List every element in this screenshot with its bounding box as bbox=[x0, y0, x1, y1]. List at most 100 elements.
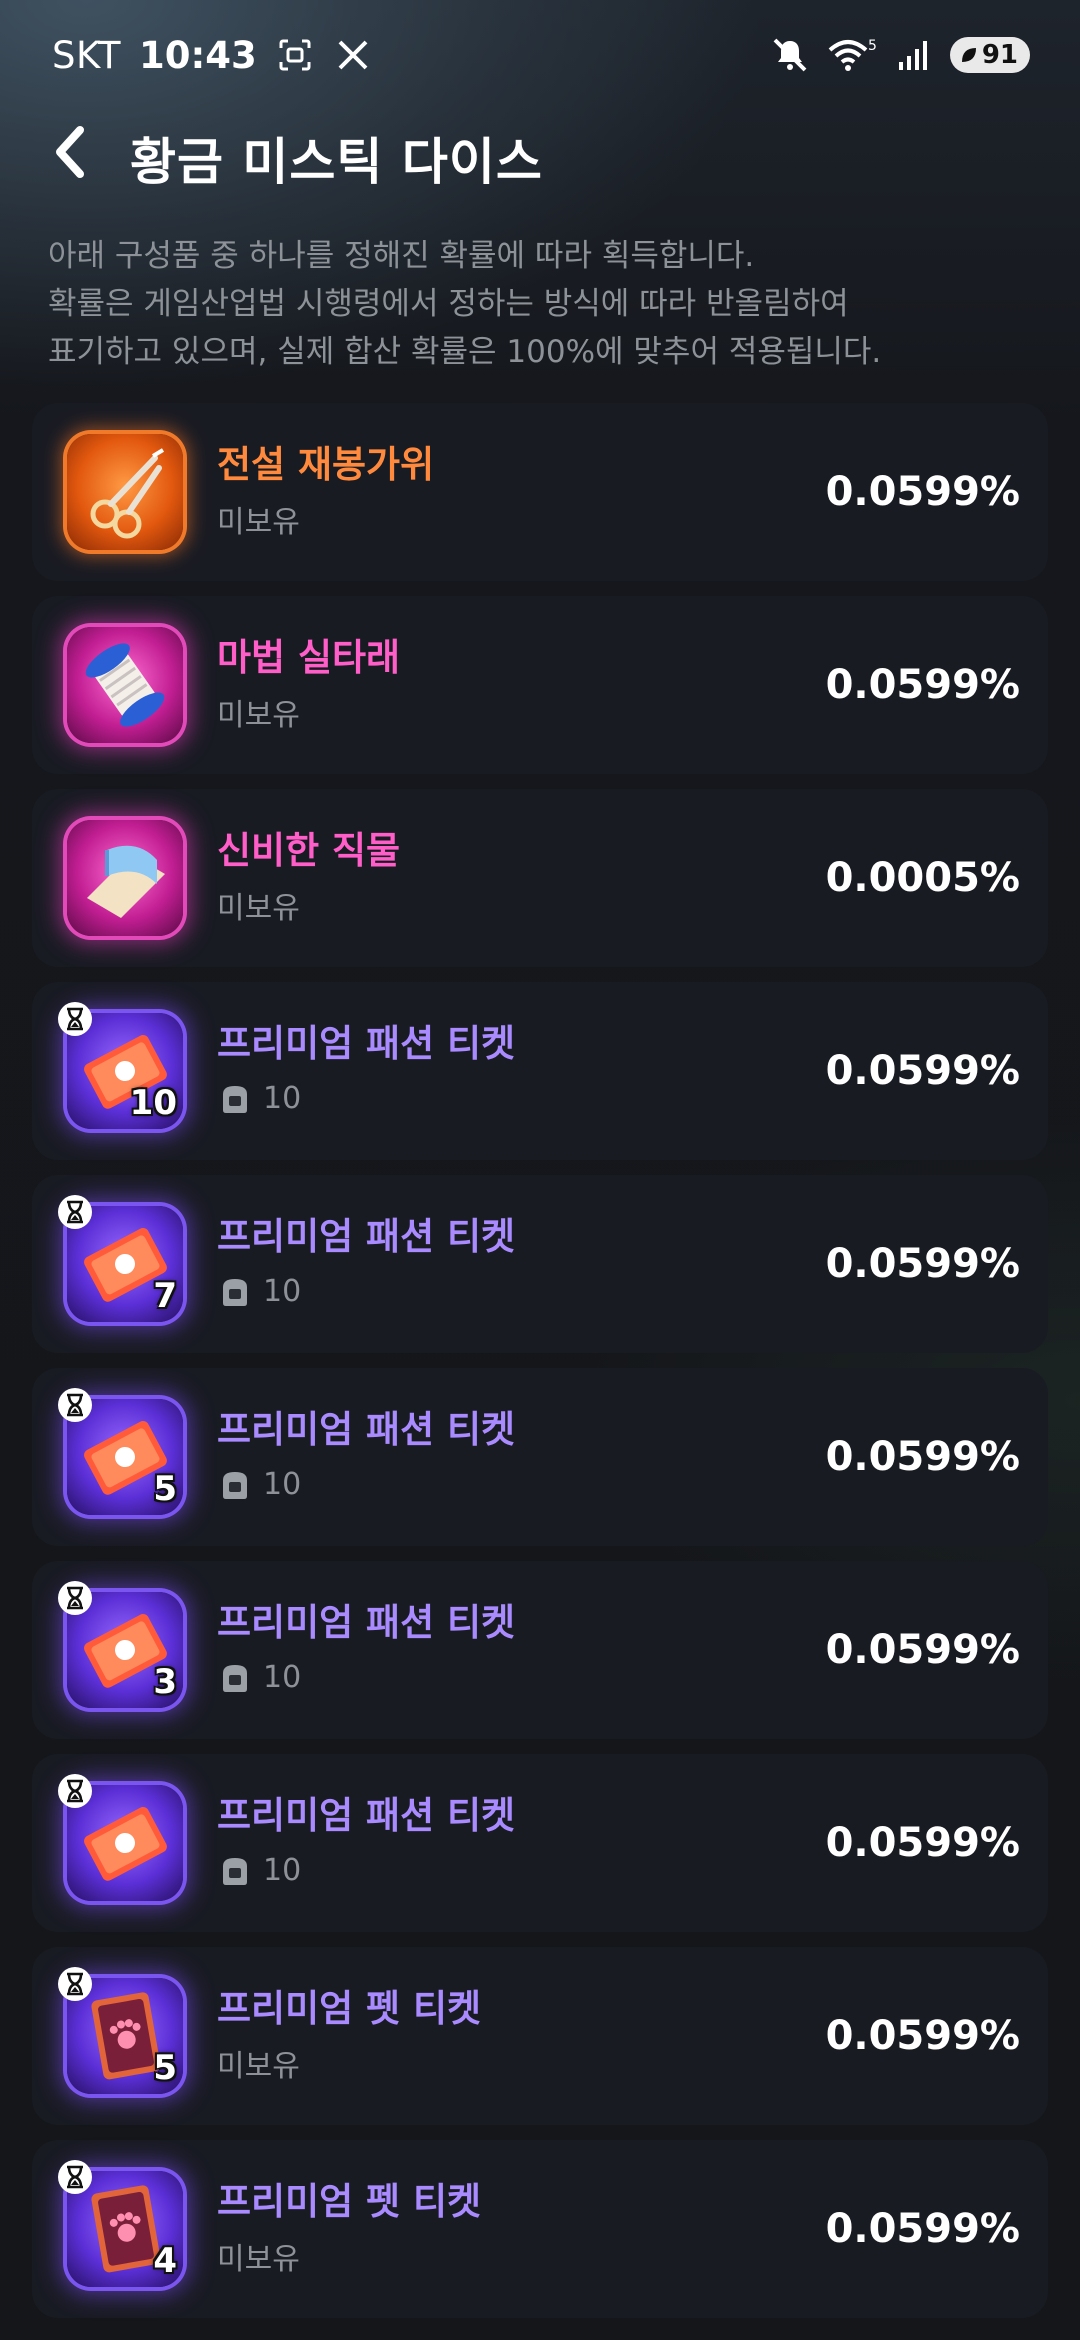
item-ownership: 10 bbox=[217, 1271, 515, 1311]
item-info: 전설 재봉가위 미보유 bbox=[217, 441, 435, 540]
item-card[interactable]: 전설 재봉가위 미보유 0.0599% bbox=[32, 403, 1048, 581]
item-info: 프리미엄 펫 티켓 미보유 bbox=[217, 2178, 482, 2277]
item-ownership: 미보유 bbox=[217, 2043, 481, 2084]
item-card[interactable]: 신비한 직물 미보유 0.0005% bbox=[32, 789, 1048, 967]
mute-icon bbox=[770, 35, 810, 75]
quantity-badge: 10 bbox=[129, 1083, 177, 1123]
item-probability: 0.0599% bbox=[825, 1434, 1020, 1480]
item-info: 프리미엄 패션 티켓 10 bbox=[217, 1792, 515, 1890]
notice-line: 표기하고 있으며, 실제 합산 확률은 100%에 맞추어 적용됩니다. bbox=[48, 334, 882, 370]
item-card[interactable]: 3 프리미엄 패션 티켓 10 0.0599% bbox=[32, 1561, 1048, 1739]
fabric-icon bbox=[67, 820, 183, 936]
item-thumbnail: 3 bbox=[58, 1581, 192, 1717]
owned-count-icon bbox=[223, 1858, 247, 1885]
item-card[interactable]: 7 프리미엄 패션 티켓 10 0.0599% bbox=[32, 1175, 1048, 1353]
item-probability: 0.0599% bbox=[825, 1241, 1020, 1287]
item-status: 미보유 bbox=[217, 2242, 300, 2277]
item-probability: 0.0599% bbox=[825, 1048, 1020, 1094]
owned-count-icon bbox=[223, 1279, 247, 1306]
quantity-badge: 5 bbox=[153, 1469, 177, 1509]
owned-count-icon bbox=[223, 1665, 247, 1692]
item-status: 미보유 bbox=[217, 698, 300, 733]
item-ownership: 10 bbox=[217, 1657, 515, 1697]
item-card[interactable]: 마법 실타래 미보유 0.0599% bbox=[32, 596, 1048, 774]
item-ownership: 미보유 bbox=[217, 499, 434, 540]
clock: 10:43 bbox=[138, 33, 257, 77]
item-list: 전설 재봉가위 미보유 0.0599% 마법 실타래 미보유 0.0599% 신… bbox=[32, 403, 1048, 2333]
svg-text:5: 5 bbox=[868, 38, 877, 54]
hourglass-icon bbox=[58, 2160, 92, 2194]
item-status: 10 bbox=[263, 1273, 302, 1309]
chevron-left-icon bbox=[56, 126, 84, 178]
item-probability: 0.0599% bbox=[825, 1627, 1020, 1673]
item-info: 프리미엄 펫 티켓 미보유 bbox=[217, 1985, 482, 2084]
item-ownership: 10 bbox=[217, 1850, 515, 1890]
item-status: 10 bbox=[263, 1466, 302, 1502]
item-card[interactable]: 10 프리미엄 패션 티켓 10 0.0599% bbox=[32, 982, 1048, 1160]
item-thumbnail bbox=[58, 1774, 192, 1910]
item-thumbnail bbox=[58, 811, 192, 945]
status-bar: SKT 10:43 5 91 bbox=[0, 0, 1080, 110]
thread-spool-icon bbox=[67, 627, 183, 743]
item-status: 미보유 bbox=[217, 505, 300, 540]
item-card[interactable]: 5 프리미엄 펫 티켓 미보유 0.0599% bbox=[32, 1947, 1048, 2125]
scissors-icon bbox=[67, 434, 183, 550]
item-info: 신비한 직물 미보유 bbox=[217, 827, 401, 926]
probability-notice: 아래 구성품 중 하나를 정해진 확률에 따라 획득합니다. 확률은 게임산업법… bbox=[48, 232, 1038, 376]
item-name: 신비한 직물 bbox=[217, 829, 401, 872]
quantity-badge: 4 bbox=[153, 2241, 177, 2281]
item-name: 프리미엄 패션 티켓 bbox=[217, 1601, 516, 1644]
item-thumbnail: 5 bbox=[58, 1388, 192, 1524]
item-probability: 0.0599% bbox=[825, 662, 1020, 708]
hourglass-icon bbox=[58, 1967, 92, 2001]
quantity-badge: 3 bbox=[153, 1662, 177, 1702]
item-thumbnail bbox=[58, 618, 192, 752]
item-card[interactable]: 프리미엄 패션 티켓 10 0.0599% bbox=[32, 1754, 1048, 1932]
carrier-label: SKT bbox=[52, 33, 121, 77]
item-status: 미보유 bbox=[217, 2049, 300, 2084]
header: 황금 미스틱 다이스 bbox=[0, 112, 1080, 192]
item-thumbnail: 7 bbox=[58, 1195, 192, 1331]
notice-line: 아래 구성품 중 하나를 정해진 확률에 따라 획득합니다. bbox=[48, 238, 755, 274]
item-name: 마법 실타래 bbox=[217, 636, 401, 679]
item-name: 프리미엄 펫 티켓 bbox=[217, 1987, 482, 2030]
item-ownership: 미보유 bbox=[217, 692, 400, 733]
back-button[interactable] bbox=[40, 120, 100, 184]
item-thumbnail: 10 bbox=[58, 1002, 192, 1138]
hourglass-icon bbox=[58, 1388, 92, 1422]
item-name: 전설 재봉가위 bbox=[217, 443, 435, 486]
item-card[interactable]: 4 프리미엄 펫 티켓 미보유 0.0599% bbox=[32, 2140, 1048, 2318]
item-thumbnail bbox=[58, 425, 192, 559]
page-title: 황금 미스틱 다이스 bbox=[130, 133, 543, 191]
item-ownership: 10 bbox=[217, 1464, 515, 1504]
item-probability: 0.0005% bbox=[825, 855, 1020, 901]
item-status: 10 bbox=[263, 1852, 302, 1888]
owned-count-icon bbox=[223, 1086, 247, 1113]
item-status: 10 bbox=[263, 1080, 302, 1116]
signal-icon bbox=[894, 35, 934, 75]
hourglass-icon bbox=[58, 1002, 92, 1036]
item-thumbnail: 4 bbox=[58, 2160, 192, 2296]
item-name: 프리미엄 패션 티켓 bbox=[217, 1408, 516, 1451]
item-ownership: 미보유 bbox=[217, 885, 400, 926]
wifi-icon: 5 bbox=[826, 35, 878, 75]
item-info: 프리미엄 패션 티켓 10 bbox=[217, 1213, 515, 1311]
owned-count-icon bbox=[217, 1466, 253, 1502]
item-info: 프리미엄 패션 티켓 10 bbox=[217, 1406, 515, 1504]
screenshot-icon bbox=[275, 35, 315, 75]
item-ownership: 10 bbox=[217, 1078, 515, 1118]
item-card[interactable]: 5 프리미엄 패션 티켓 10 0.0599% bbox=[32, 1368, 1048, 1546]
item-probability: 0.0599% bbox=[825, 469, 1020, 515]
item-name: 프리미엄 패션 티켓 bbox=[217, 1022, 516, 1065]
hourglass-icon bbox=[58, 1774, 92, 1808]
battery-level: 91 bbox=[981, 40, 1018, 70]
hourglass-icon bbox=[58, 1195, 92, 1229]
quantity-badge: 7 bbox=[153, 1276, 177, 1316]
item-ownership: 미보유 bbox=[217, 2236, 481, 2277]
item-info: 마법 실타래 미보유 bbox=[217, 634, 401, 733]
x-app-icon bbox=[333, 35, 373, 75]
item-name: 프리미엄 펫 티켓 bbox=[217, 2180, 482, 2223]
leaf-icon bbox=[961, 48, 976, 62]
item-probability: 0.0599% bbox=[825, 2013, 1020, 2059]
item-status: 미보유 bbox=[217, 891, 300, 926]
